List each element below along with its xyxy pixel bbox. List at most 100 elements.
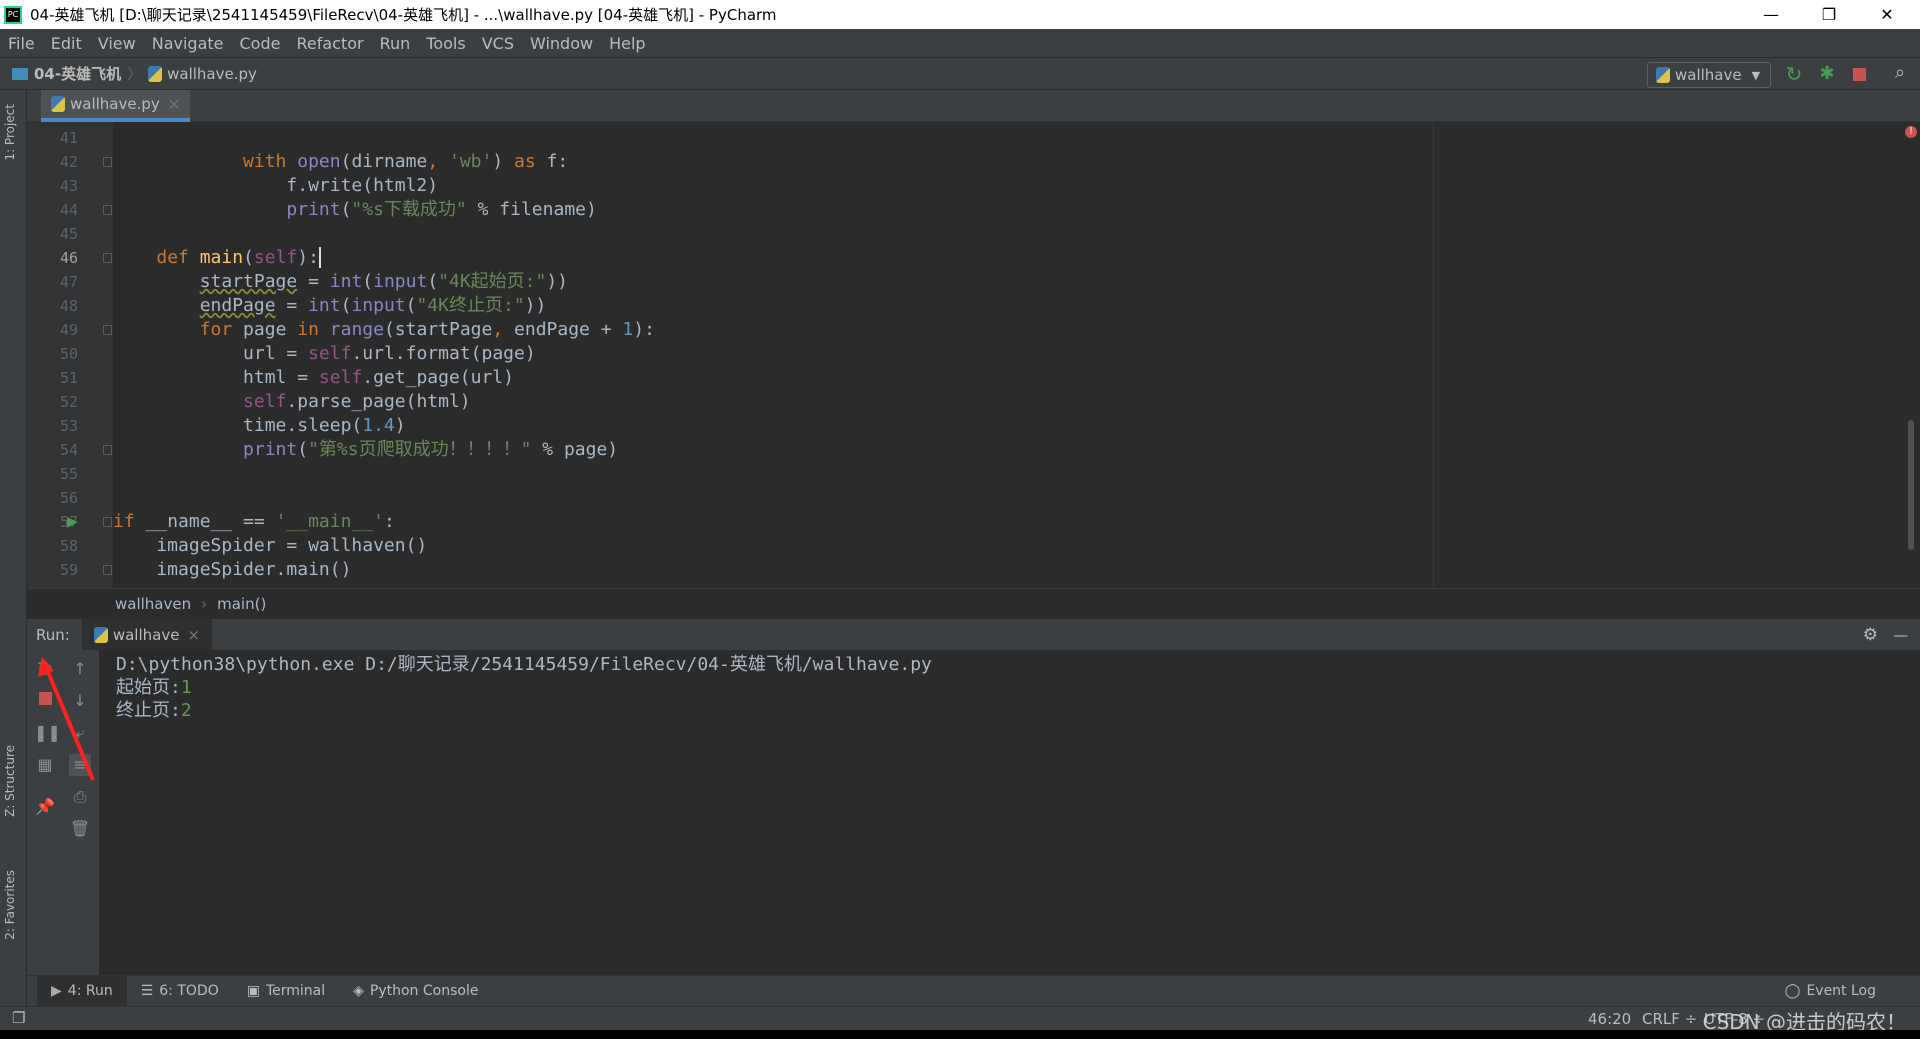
fold-marker-icon[interactable] [103, 517, 112, 527]
code-line: url = self.url.format(page) [113, 342, 536, 366]
close-button[interactable]: ✕ [1858, 0, 1916, 29]
code-token: = [297, 271, 330, 292]
code-token: = [275, 295, 309, 316]
code-token: ( [405, 295, 417, 316]
debug-icon[interactable]: ✱ [1816, 63, 1838, 85]
code-token: % page) [531, 439, 619, 460]
code-line: def main(self): [113, 246, 321, 270]
structure-tool-tab[interactable]: Z: Structure [3, 745, 17, 817]
run-icon: ▶ [51, 983, 62, 999]
code-token: input [373, 271, 428, 292]
error-indicator-icon[interactable]: ! [1905, 126, 1917, 138]
code-token: ( [340, 295, 352, 316]
line-number: 51 [60, 369, 79, 387]
event-log-button[interactable]: ◯ Event Log [1771, 976, 1890, 1007]
menu-vcs[interactable]: VCS [482, 34, 514, 53]
code-token: )) [546, 271, 569, 292]
line-number: 42 [60, 153, 79, 171]
code-token: endPage [199, 295, 276, 316]
crumb-method[interactable]: main() [217, 595, 266, 613]
code-token: ( [427, 271, 439, 292]
caret-position[interactable]: 46:20 [1588, 1010, 1631, 1028]
code-token: '__main__' [275, 511, 384, 532]
nav-project[interactable]: 04-英雄飞机 [34, 63, 121, 84]
tab-python-console[interactable]: ◈ Python Console [339, 976, 492, 1007]
status-bar: ❐ 46:20 CRLF ÷ UTF-8 ÷ [0, 1006, 1920, 1030]
fold-marker-icon[interactable] [103, 325, 112, 335]
menu-help[interactable]: Help [609, 34, 645, 53]
code-token: __name__ == [134, 511, 276, 532]
menu-refactor[interactable]: Refactor [296, 34, 363, 53]
run-config-select[interactable]: wallhave ▼ [1647, 62, 1771, 88]
stop-icon[interactable] [1853, 68, 1866, 81]
pin-icon[interactable]: 📌 [34, 796, 56, 818]
fold-marker-icon[interactable] [103, 157, 112, 167]
menu-edit[interactable]: Edit [51, 34, 82, 53]
list-icon: ☰ [140, 983, 154, 999]
tab-wallhave-py[interactable]: wallhave.py × [41, 90, 191, 122]
code-token: 'wb' [449, 151, 493, 172]
console-output[interactable]: D:\python38\python.exe D:/聊天记录/254114545… [100, 650, 1920, 976]
trash-icon[interactable]: 🗑 [69, 818, 91, 840]
code-editor[interactable]: with open(dirname, 'wb') as f: f.write(h… [113, 122, 1920, 588]
code-line: with open(dirname, 'wb') as f: [113, 150, 568, 174]
menu-navigate[interactable]: Navigate [152, 34, 224, 53]
code-token: if [113, 511, 135, 532]
favorites-tool-tab[interactable]: 2: Favorites [3, 870, 17, 940]
tab-run[interactable]: ▶ 4: Run [37, 975, 127, 1007]
project-tool-tab[interactable]: 1: Project [3, 104, 17, 161]
crumb-class[interactable]: wallhaven [115, 595, 191, 613]
code-token: ( [340, 199, 352, 220]
code-token: , [492, 319, 504, 340]
code-token: .url.format(page) [351, 343, 536, 364]
tab-terminal[interactable]: ▣ Terminal [233, 976, 339, 1007]
line-separator[interactable]: CRLF ÷ [1642, 1010, 1697, 1028]
code-token: )) [524, 295, 547, 316]
search-icon[interactable]: ⌕ [1889, 62, 1911, 84]
menu-view[interactable]: View [98, 34, 136, 53]
close-tab-icon[interactable]: × [168, 95, 181, 113]
code-token: range [329, 319, 384, 340]
user-input: 2 [180, 700, 192, 721]
menu-window[interactable]: Window [530, 34, 593, 53]
fold-marker-icon[interactable] [103, 445, 112, 455]
code-breadcrumb: wallhaven › main() [27, 588, 1920, 619]
rerun-icon[interactable]: ↻ [1783, 63, 1805, 85]
menu-code[interactable]: Code [240, 34, 281, 53]
editor-scrollbar[interactable] [1908, 420, 1914, 550]
run-tab-wallhave[interactable]: wallhave × [81, 619, 213, 650]
gear-icon[interactable]: ⚙ [1863, 625, 1878, 645]
fold-marker-icon[interactable] [103, 253, 112, 263]
code-token: f: [535, 151, 569, 172]
fold-marker-icon[interactable] [103, 205, 112, 215]
minimize-button[interactable]: — [1742, 0, 1800, 29]
minimize-panel-icon[interactable]: — [1893, 626, 1908, 644]
nav-separator: 〉 [127, 65, 143, 83]
code-token: int [329, 271, 363, 292]
menu-file[interactable]: File [8, 34, 35, 53]
line-number: 43 [60, 177, 79, 195]
run-config-label: wallhave [1675, 66, 1742, 84]
code-token: "第%s页爬取成功！！！！" [308, 439, 532, 460]
close-run-tab-icon[interactable]: × [187, 626, 200, 644]
toggle-tool-windows-icon[interactable]: ❐ [12, 1009, 25, 1027]
tab-todo[interactable]: ☰ 6: TODO [127, 976, 233, 1007]
line-number: 48 [60, 297, 79, 315]
fold-marker-icon[interactable] [103, 565, 112, 575]
taskbar-strip [0, 1030, 1920, 1039]
code-token: .get_page(url) [362, 367, 514, 388]
user-input: 1 [180, 677, 192, 698]
nav-file[interactable]: wallhave.py [167, 65, 257, 83]
line-number: 56 [60, 489, 79, 507]
line-number: 50 [60, 345, 79, 363]
navigation-bar: 04-英雄飞机 〉 wallhave.py [0, 57, 1920, 90]
code-token: html = [113, 367, 319, 388]
menu-tools[interactable]: Tools [426, 34, 465, 53]
line-number: 44 [60, 201, 79, 219]
restore-button[interactable]: ❐ [1800, 0, 1858, 29]
run-gutter-icon[interactable]: ▶ [67, 514, 78, 530]
menu-run[interactable]: Run [380, 34, 411, 53]
print-icon[interactable]: ⎙ [69, 786, 91, 808]
